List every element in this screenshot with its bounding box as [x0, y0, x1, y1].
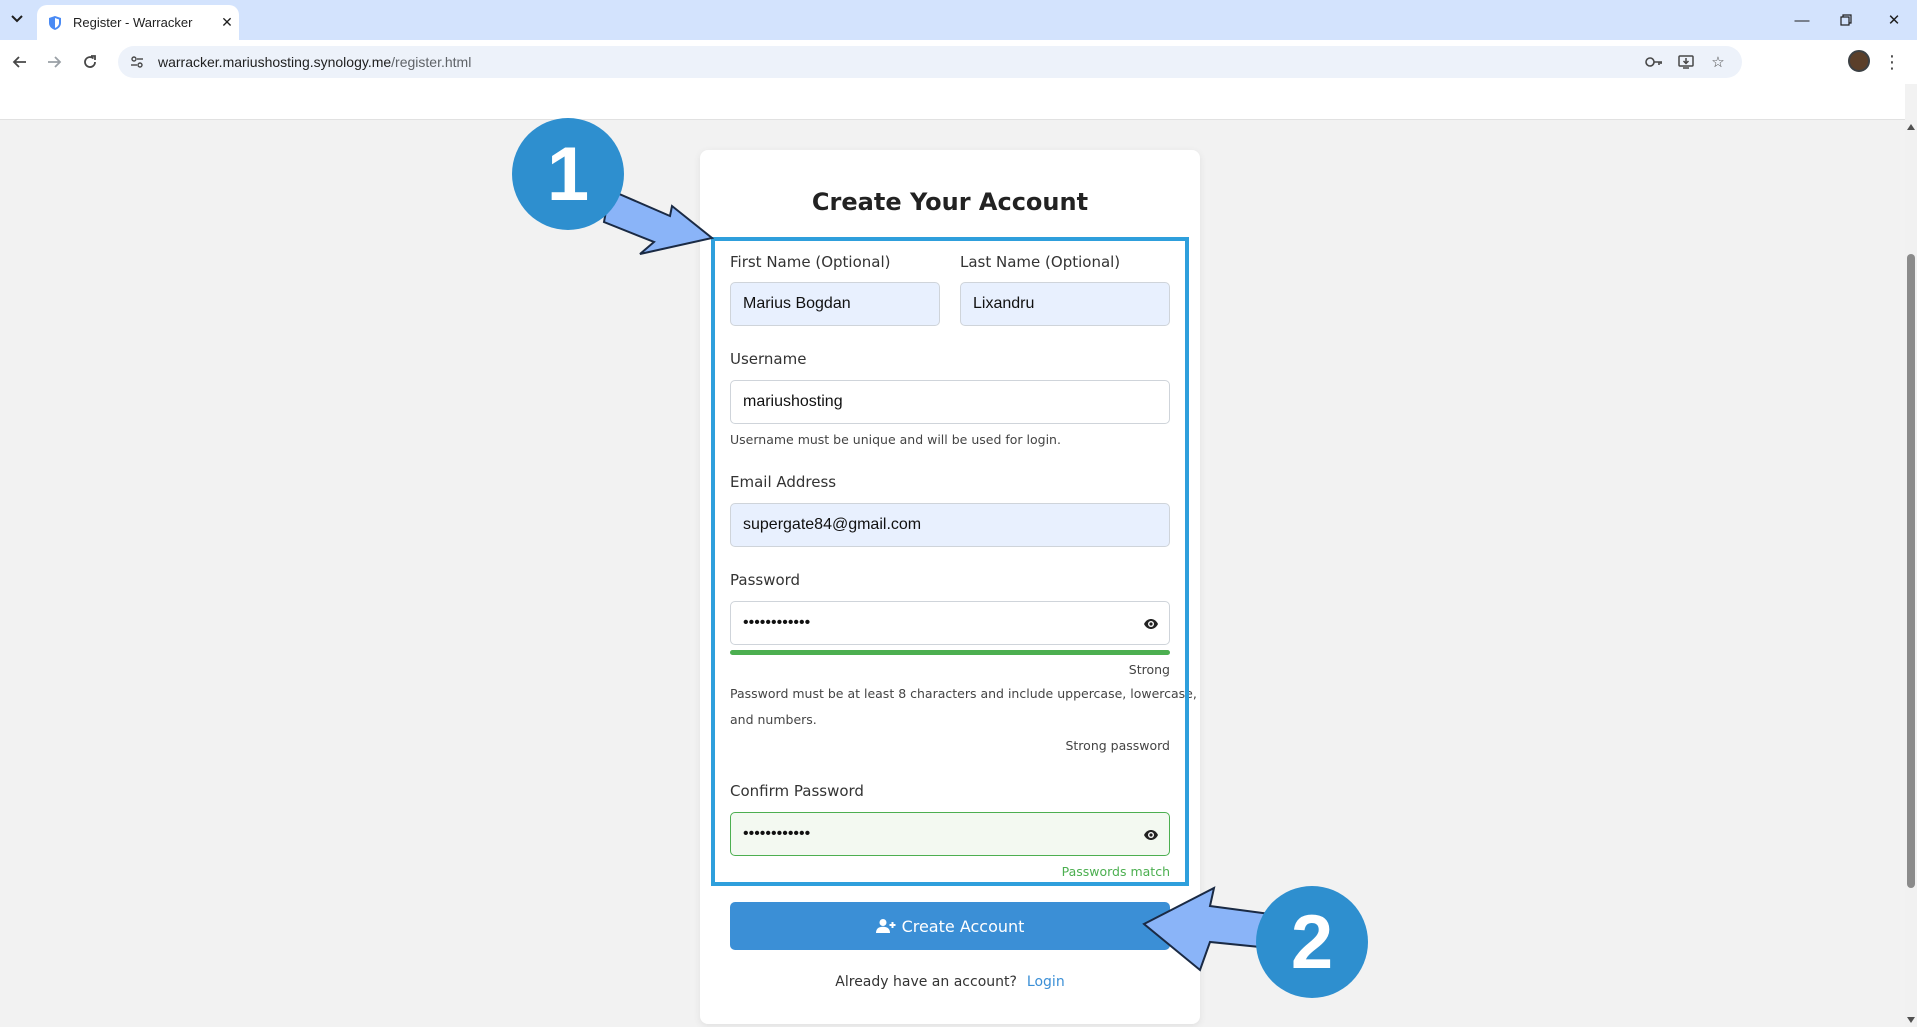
- tab-strip: Register - Warracker ✕ — ✕: [0, 0, 1917, 40]
- page-scrollbar[interactable]: [1905, 120, 1917, 1027]
- login-prompt: Already have an account?: [835, 974, 1017, 990]
- page-title: Create Your Account: [811, 188, 1089, 216]
- password-key-icon[interactable]: [1642, 50, 1666, 74]
- create-account-button[interactable]: Create Account: [730, 902, 1170, 950]
- close-tab-icon[interactable]: ✕: [215, 14, 239, 31]
- scroll-down-icon[interactable]: [1907, 1017, 1915, 1023]
- annotation-step-1: 1: [512, 118, 624, 230]
- restore-icon[interactable]: [1828, 6, 1864, 34]
- annotation-highlight-box: [711, 237, 1189, 886]
- user-plus-icon: [875, 919, 896, 933]
- annotation-arrow-2: [1142, 886, 1271, 972]
- create-account-label: Create Account: [901, 916, 1025, 936]
- browser-menu-icon[interactable]: ⋮: [1880, 48, 1904, 76]
- close-window-icon[interactable]: ✕: [1876, 6, 1912, 34]
- address-bar[interactable]: warracker.mariushosting.synology.me/regi…: [118, 46, 1742, 78]
- browser-toolbar: warracker.mariushosting.synology.me/regi…: [0, 40, 1917, 84]
- site-info-icon[interactable]: [126, 51, 148, 73]
- page-header-strip: [0, 84, 1905, 120]
- minimize-icon[interactable]: —: [1784, 6, 1820, 34]
- back-icon[interactable]: [8, 50, 32, 74]
- login-link[interactable]: Login: [1027, 974, 1065, 990]
- scroll-up-icon[interactable]: [1907, 124, 1915, 130]
- tab-search-chevron-icon[interactable]: [6, 8, 28, 30]
- login-prompt-row: Already have an account? Login: [700, 974, 1200, 990]
- shield-icon: [49, 15, 61, 30]
- reload-icon[interactable]: [78, 50, 102, 74]
- annotation-step-2: 2: [1256, 886, 1368, 998]
- browser-tab[interactable]: Register - Warracker ✕: [37, 5, 239, 40]
- profile-avatar[interactable]: [1848, 50, 1870, 72]
- bookmark-star-icon[interactable]: ☆: [1706, 50, 1730, 74]
- install-app-icon[interactable]: [1674, 50, 1698, 74]
- tab-title: Register - Warracker: [73, 15, 193, 30]
- url-text: warracker.mariushosting.synology.me/regi…: [158, 54, 472, 70]
- forward-icon[interactable]: [42, 50, 66, 74]
- scroll-thumb[interactable]: [1907, 254, 1915, 888]
